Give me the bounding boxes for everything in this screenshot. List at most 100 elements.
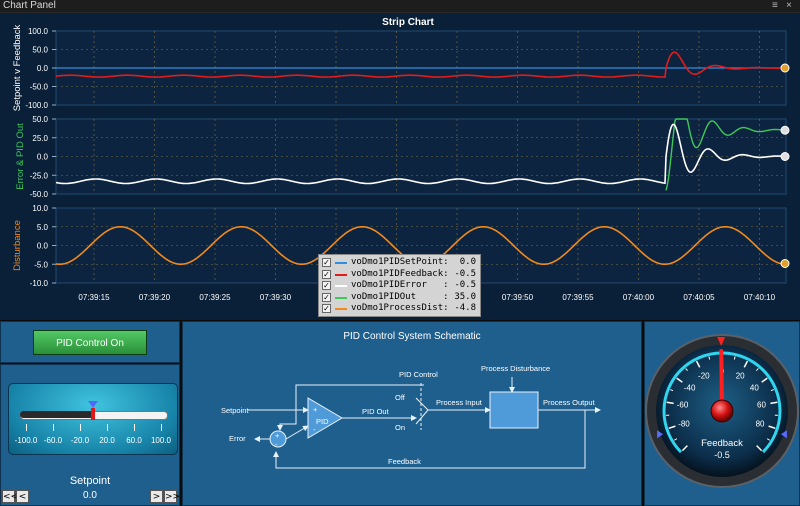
legend-checkbox[interactable]: ✓ <box>322 304 331 313</box>
series-end-marker <box>780 152 790 161</box>
setpoint-scale-tick <box>26 424 27 431</box>
legend-swatch <box>335 308 347 310</box>
time-tick-label: 07:39:55 <box>562 293 594 302</box>
legend-row: ✓ voDmo1PIDOut : 35.0 <box>322 291 480 303</box>
legend-series-name: voDmo1PIDOut : <box>351 291 449 302</box>
legend-swatch <box>335 285 347 287</box>
setpoint-next-button[interactable]: > <box>150 490 163 503</box>
gauge-tick <box>733 356 736 360</box>
setpoint-scale-label: -100.0 <box>14 436 38 445</box>
schematic-title: PID Control System Schematic <box>343 331 481 342</box>
time-tick-label: 07:39:20 <box>139 293 171 302</box>
legend-series-value: 35.0 <box>454 291 476 302</box>
time-tick-label: 07:39:50 <box>502 293 534 302</box>
window-title: Chart Panel <box>3 0 56 11</box>
window-titlebar: Chart Panel ≡ × <box>0 0 800 13</box>
legend-series-name: voDmo1PIDSetPoint: <box>351 257 449 267</box>
pid-control-button[interactable]: PID Control On <box>33 330 147 355</box>
y-tick-label: 0.0 <box>37 64 49 73</box>
legend-series-value: -0.5 <box>454 280 476 290</box>
y-tick-label: 0.0 <box>37 153 49 162</box>
setpoint-scale-label: 100.0 <box>150 436 172 445</box>
legend-series-value: 0.0 <box>459 257 476 267</box>
legend-swatch <box>335 262 347 264</box>
legend-series-name: voDmo1PIDFeedback: <box>351 268 449 279</box>
legend-series-value: -4.8 <box>454 303 476 313</box>
gauge-scale-label: 60 <box>757 401 766 410</box>
series-end-marker <box>780 259 790 268</box>
gauge-scale-label: -80 <box>678 419 690 428</box>
y-tick-label: -100.0 <box>25 101 48 110</box>
feedback-gauge: -80-60-40-20020406080Feedback-0.5 <box>645 334 799 488</box>
y-tick-label: 50.0 <box>32 115 48 124</box>
y-tick-label: 50.0 <box>32 46 48 55</box>
legend-row: ✓ voDmo1PIDSetPoint: 0.0 <box>322 257 480 268</box>
setpoint-marker <box>91 408 95 420</box>
time-tick-label: 07:40:05 <box>683 293 715 302</box>
setpoint-scale-tick <box>107 424 108 431</box>
chart-title: Strip Chart <box>382 17 434 28</box>
gauge-scale-label: 20 <box>736 371 745 380</box>
setpoint-fill <box>20 411 93 418</box>
setpoint-pointer-icon[interactable] <box>88 401 98 408</box>
y-tick-label: -10.0 <box>30 279 49 288</box>
setpoint-last-button[interactable]: >> <box>164 490 180 503</box>
y-tick-label: -50.0 <box>30 190 49 199</box>
y-tick-label: -5.0 <box>34 260 48 269</box>
pane-axis-label: Error & PID Out <box>15 123 26 190</box>
y-tick-label: -50.0 <box>30 83 49 92</box>
series-end-marker <box>780 63 790 73</box>
setpoint-scale-label: 60.0 <box>126 436 142 445</box>
setpoint-scale-tick <box>134 424 135 431</box>
time-tick-label: 07:39:15 <box>78 293 110 302</box>
setpoint-scale-label: -60.0 <box>43 436 63 445</box>
legend-checkbox[interactable]: ✓ <box>322 269 331 279</box>
series-end-marker <box>780 125 790 135</box>
y-tick-label: 0.0 <box>37 242 49 251</box>
time-tick-label: 07:39:30 <box>260 293 292 302</box>
y-tick-label: 25.0 <box>32 134 48 143</box>
legend-checkbox[interactable]: ✓ <box>322 258 331 267</box>
legend-checkbox[interactable]: ✓ <box>322 281 331 290</box>
setpoint-scale-label: -20.0 <box>70 436 90 445</box>
pane-axis-label: Disturbance <box>12 220 23 271</box>
chart-legend: ✓ voDmo1PIDSetPoint: 0.0 ✓ voDmo1PIDFeedback… <box>318 254 481 317</box>
legend-row: ✓ voDmo1PIDFeedback: -0.5 <box>322 268 480 280</box>
setpoint-title: Setpoint <box>69 475 111 487</box>
legend-row: ✓ voDmo1ProcessDist: -4.8 <box>322 303 480 314</box>
window-close-icon[interactable]: × <box>786 0 792 12</box>
gauge-scale-label: 80 <box>756 419 765 428</box>
time-tick-label: 07:40:10 <box>744 293 776 302</box>
y-tick-label: 100.0 <box>28 27 49 36</box>
gauge-value: -0.5 <box>714 450 730 460</box>
setpoint-scale-tick <box>80 424 81 431</box>
legend-swatch <box>335 296 347 299</box>
legend-series-name: voDmo1ProcessDist: <box>351 303 449 313</box>
legend-series-value: -0.5 <box>454 268 476 279</box>
setpoint-scale-tick <box>161 424 162 431</box>
time-tick-label: 07:40:00 <box>623 293 655 302</box>
y-tick-label: 5.0 <box>37 223 49 232</box>
setpoint-scale-tick <box>53 424 54 431</box>
gauge-tick <box>708 356 711 360</box>
gauge-hub <box>710 399 734 423</box>
gauge-needle <box>719 349 724 408</box>
gauge-title: Feedback <box>701 438 743 449</box>
gauge-scale-label: 40 <box>750 383 759 392</box>
schematic-panel <box>182 321 642 506</box>
window-menu-icon[interactable]: ≡ <box>772 0 778 12</box>
gauge-scale-label: -60 <box>677 401 689 410</box>
legend-series-name: voDmo1PIDError : <box>351 280 449 290</box>
gauge-scale-label: -40 <box>684 383 696 392</box>
legend-row: ✓ voDmo1PIDError : -0.5 <box>322 280 480 291</box>
gauge-scale-label: -20 <box>698 371 710 380</box>
pane-axis-label: Setpoint v Feedback <box>12 24 23 111</box>
setpoint-linear-gauge[interactable]: -100.0 -60.0 -20.0 20.0 60.0 100.0 <box>8 383 178 455</box>
setpoint-first-button[interactable]: << <box>2 490 18 503</box>
setpoint-scale-label: 20.0 <box>99 436 115 445</box>
legend-checkbox[interactable]: ✓ <box>322 292 331 302</box>
time-tick-label: 07:39:25 <box>199 293 231 302</box>
setpoint-prev-button[interactable]: < <box>16 490 29 503</box>
y-tick-label: -25.0 <box>30 171 49 180</box>
legend-swatch <box>335 273 347 276</box>
